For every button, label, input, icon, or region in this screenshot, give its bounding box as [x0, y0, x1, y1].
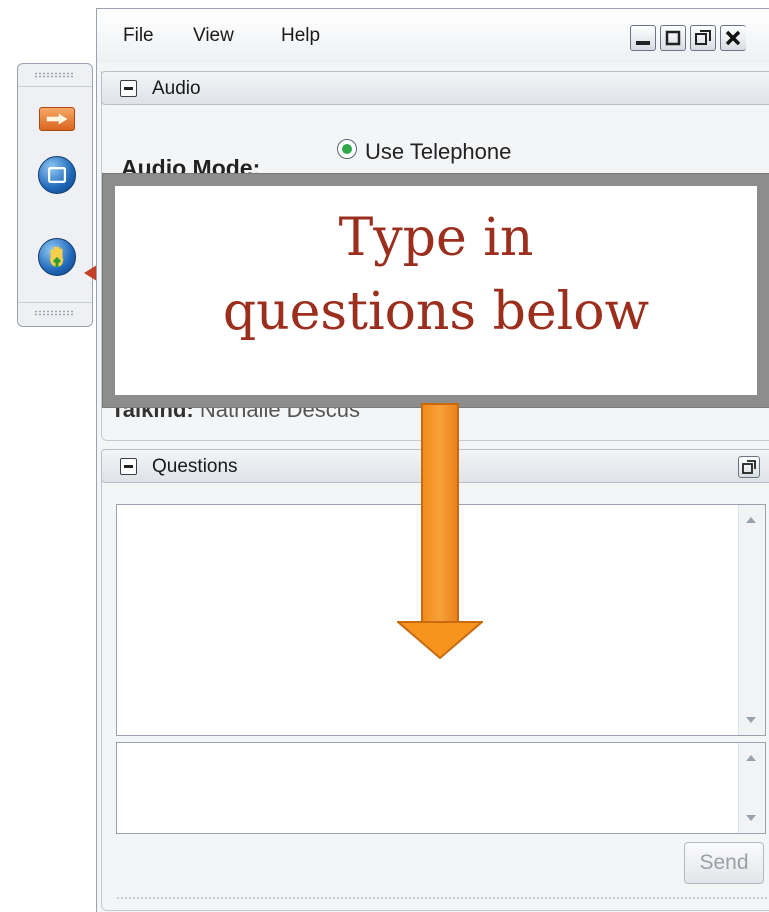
down-arrow-icon [421, 403, 459, 623]
scroll-down-icon[interactable] [746, 815, 756, 821]
question-input[interactable] [116, 742, 766, 834]
minimize-icon [636, 41, 650, 45]
maximize-icon [695, 30, 711, 45]
scrollbar[interactable] [738, 743, 765, 833]
resize-grip[interactable] [116, 896, 769, 900]
instruction-callout: Type in questions below [103, 174, 769, 407]
popout-icon [742, 460, 756, 474]
mini-toolbar [17, 63, 93, 327]
popout-button[interactable] [738, 456, 760, 478]
questions-title: Questions [152, 456, 238, 477]
restore-button[interactable] [660, 25, 686, 51]
callout-line-1: Type in [338, 208, 534, 268]
divider [18, 302, 92, 303]
scroll-down-icon[interactable] [746, 717, 756, 723]
send-button[interactable]: Send [684, 842, 764, 884]
close-icon [725, 30, 741, 46]
scrollbar[interactable] [738, 505, 765, 735]
scroll-up-icon[interactable] [746, 517, 756, 523]
audio-header[interactable]: Audio [101, 71, 769, 105]
minimize-button[interactable] [630, 25, 656, 51]
expand-arrow-button[interactable] [39, 107, 75, 131]
menu-file[interactable]: File [123, 25, 154, 47]
close-button[interactable] [720, 25, 746, 51]
grip-handle[interactable] [34, 72, 74, 78]
grip-handle[interactable] [34, 310, 74, 316]
scroll-up-icon[interactable] [746, 755, 756, 761]
radio-use-telephone[interactable] [337, 139, 357, 159]
collapse-icon[interactable] [120, 458, 137, 475]
hand-icon [50, 246, 64, 267]
menu-bar: File View Help [97, 9, 769, 63]
raise-hand-button[interactable] [38, 238, 76, 276]
maximize-button[interactable] [690, 25, 716, 51]
callout-line-2: questions below [222, 282, 650, 342]
audio-title: Audio [152, 78, 201, 99]
restore-icon [665, 30, 681, 46]
window-view-button[interactable] [38, 156, 76, 194]
divider [18, 86, 92, 87]
collapse-icon[interactable] [120, 80, 137, 97]
radio-use-telephone-label[interactable]: Use Telephone [365, 139, 511, 165]
menu-view[interactable]: View [193, 25, 234, 47]
right-arrow-icon [46, 113, 68, 125]
window-icon [48, 167, 66, 183]
menu-help[interactable]: Help [281, 25, 320, 47]
down-arrow-head-icon [397, 621, 483, 659]
